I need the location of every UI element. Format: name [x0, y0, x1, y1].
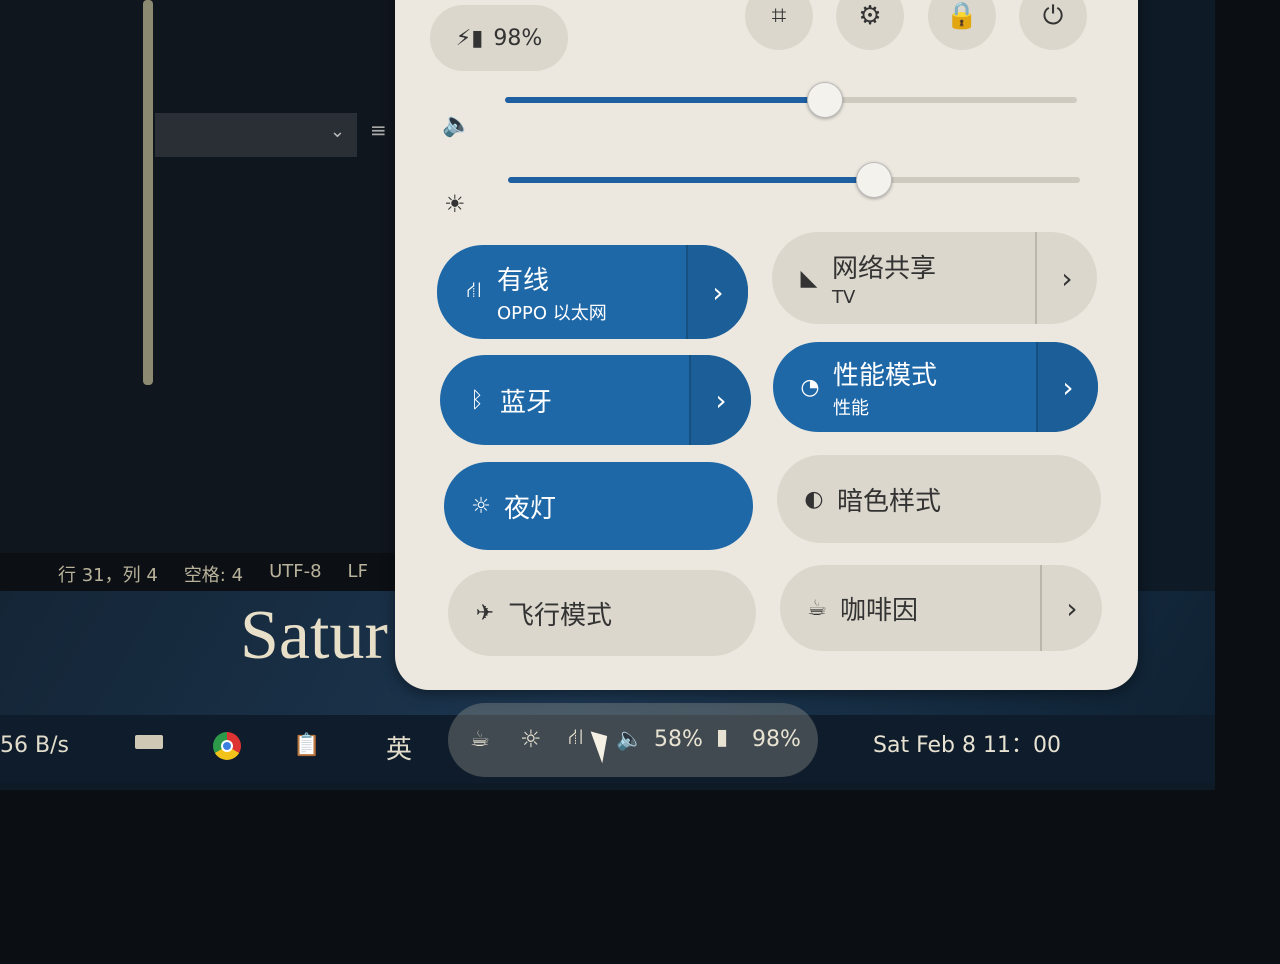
chevron-down-icon: ⌄: [329, 121, 345, 142]
caffeine-icon: ☕: [470, 727, 490, 752]
volume-icon: 🔈: [616, 727, 644, 752]
screen-icon[interactable]: [135, 735, 163, 749]
tile-bluetooth[interactable]: ᛒ 蓝牙 ›: [440, 355, 751, 445]
tile-subtitle: OPPO 以太网: [497, 302, 607, 324]
lock-icon: 🔒: [945, 1, 979, 31]
clock[interactable]: Sat Feb 8 11：00: [873, 727, 1061, 759]
power-icon: ⏻: [1042, 0, 1064, 31]
tile-text: 暗色样式: [837, 481, 1101, 518]
volume-icon: 🔈: [442, 110, 472, 138]
tile-night-light[interactable]: ☼ 夜灯: [444, 462, 753, 550]
tile-title: 有线: [497, 265, 550, 296]
tile-text: 夜灯: [504, 488, 753, 525]
hotspot-icon: ◣: [800, 265, 818, 291]
tile-title: 性能模式: [833, 360, 938, 391]
battery-charging-icon: ⚡▮: [455, 25, 484, 51]
tile-power-profile[interactable]: ◔ 性能模式 性能 ›: [773, 342, 1098, 432]
tile-title: 咖啡因: [840, 595, 919, 626]
brightness-slider[interactable]: [508, 162, 1080, 198]
network-wired-icon: ⛙: [466, 278, 482, 303]
network-wired-icon: ⛙: [568, 725, 584, 750]
brightness-icon: ☀: [444, 190, 466, 218]
tile-text: 网络共享 TV: [832, 248, 1035, 308]
tile-dark-style[interactable]: ◐ 暗色样式: [777, 455, 1101, 543]
tile-text: 有线 OPPO 以太网: [497, 260, 686, 325]
tile-title: 暗色样式: [837, 486, 942, 517]
tile-hotspot[interactable]: ◣ 网络共享 TV ›: [772, 232, 1097, 324]
tile-text: 性能模式 性能: [833, 355, 1036, 420]
battery-icon: ▮: [716, 725, 729, 750]
encoding[interactable]: UTF-8: [269, 561, 321, 591]
volume-percent: 58%: [654, 727, 703, 752]
tile-title: 网络共享: [832, 254, 937, 284]
system-menu-button[interactable]: ☕ ☼ ⛙ 🔈 58% ▮ 98%: [448, 703, 818, 777]
screenshot-icon: ⌗: [771, 0, 787, 31]
caffeine-icon: ☕: [807, 595, 827, 621]
net-speed: 56 B/s: [0, 733, 69, 758]
editor-area: [0, 0, 430, 555]
tile-title: 飞行模式: [508, 600, 613, 631]
cursor-position[interactable]: 行 31，列 4: [58, 561, 158, 591]
tile-text: 飞行模式: [508, 595, 756, 632]
tile-title: 蓝牙: [500, 387, 553, 418]
tile-subtitle: 性能: [833, 397, 869, 419]
word-wrap-icon[interactable]: ≡: [370, 118, 387, 142]
tile-subtitle: TV: [832, 287, 856, 308]
wallpaper-text: Satur: [240, 597, 388, 674]
power-profile-icon: ◔: [800, 374, 820, 400]
input-method[interactable]: 英: [386, 729, 412, 766]
scrollbar[interactable]: [143, 0, 153, 385]
bluetooth-icon: ᛒ: [470, 387, 484, 413]
tile-text: 咖啡因: [840, 590, 1040, 627]
night-light-icon: ☼: [520, 725, 542, 753]
tile-airplane[interactable]: ✈ 飞行模式: [448, 570, 756, 656]
battery-button[interactable]: ⚡▮ 98%: [430, 5, 568, 71]
brightness-slider-handle[interactable]: [856, 162, 893, 198]
chrome-icon[interactable]: [213, 732, 241, 760]
airplane-icon: ✈: [475, 600, 495, 626]
tile-caffeine[interactable]: ☕ 咖啡因 ›: [780, 565, 1102, 651]
line-ending[interactable]: LF: [348, 561, 368, 591]
tile-text: 蓝牙: [500, 382, 689, 419]
dark-style-icon: ◐: [804, 486, 824, 512]
volume-slider[interactable]: [505, 82, 1077, 118]
battery-percent: 98%: [752, 727, 801, 752]
indent-setting[interactable]: 空格: 4: [184, 561, 243, 591]
clipboard-icon[interactable]: 📋: [293, 733, 320, 758]
battery-percent: 98%: [493, 25, 543, 51]
night-light-icon: ☼: [471, 493, 491, 519]
editor-statusbar: 行 31，列 4 空格: 4 UTF-8 LF {: [0, 553, 430, 591]
tile-network-wired[interactable]: ⛙ 有线 OPPO 以太网 ›: [437, 245, 748, 339]
gear-icon: ⚙: [858, 1, 882, 31]
editor-dropdown[interactable]: ⌄: [155, 113, 357, 157]
tile-title: 夜灯: [504, 493, 557, 524]
